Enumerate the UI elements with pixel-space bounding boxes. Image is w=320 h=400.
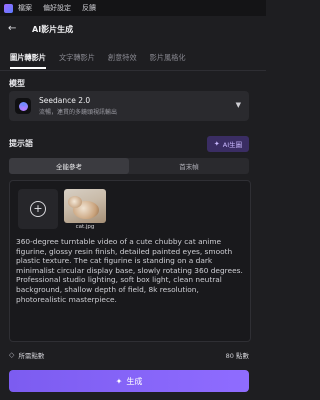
chevron-down-icon[interactable]: ▼ [236, 101, 241, 109]
add-image-button[interactable]: + [18, 189, 58, 229]
model-selector[interactable]: Seedance 2.0 流暢，連貫的多鏡頭視訊輸出 ▼ [9, 91, 249, 121]
tab-creative-effects[interactable]: 創意特效 [108, 48, 137, 70]
model-section-label: 模型 [9, 79, 25, 88]
segment-all-reference[interactable]: 全能參考 [9, 158, 129, 174]
title-bar: ← AI影片生成 [0, 18, 266, 40]
model-name: Seedance 2.0 [39, 96, 91, 105]
prompt-textarea[interactable]: 360-degree turntable video of a cute chu… [16, 237, 244, 304]
sparkle-icon: ✦ [213, 140, 220, 148]
ai-image-button[interactable]: ✦ AI生圖 [207, 136, 249, 152]
back-arrow-icon[interactable]: ← [8, 24, 18, 34]
ai-image-button-label: AI生圖 [222, 141, 243, 149]
cost-row: ◇ 所需點數 80 點數 [9, 350, 249, 360]
reference-mode-toggle: 全能參考 首末幀 [9, 158, 249, 174]
tab-text-to-video[interactable]: 文字轉影片 [59, 48, 95, 70]
page-title: AI影片生成 [32, 24, 74, 34]
mode-tabs: 圖片轉影片 文字轉影片 創意特效 影片風格化 [0, 48, 266, 71]
diamond-icon: ◇ [9, 351, 15, 359]
model-logo-icon [15, 98, 31, 114]
prompt-section-label: 提示語 [9, 139, 33, 148]
menu-preferences[interactable]: 偏好設定 [43, 3, 71, 13]
plus-icon: + [30, 201, 46, 217]
model-description: 流暢，連貫的多鏡頭視訊輸出 [39, 109, 118, 116]
menu-bar: 檔案 偏好設定 反饋 [0, 0, 266, 16]
generate-button-label: 生成 [126, 376, 143, 386]
tab-image-to-video[interactable]: 圖片轉影片 [10, 48, 46, 69]
menu-file[interactable]: 檔案 [18, 3, 32, 13]
tab-video-stylize[interactable]: 影片風格化 [150, 48, 186, 70]
reference-image-filename: cat.jpg [75, 224, 95, 230]
sparkle-icon: ✦ [115, 376, 123, 386]
prompt-box: + cat.jpg 360-degree turntable video of … [9, 180, 251, 342]
app-logo-icon [4, 3, 13, 13]
reference-image-thumbnail[interactable] [64, 189, 106, 223]
cost-label: 所需點數 [18, 352, 45, 360]
segment-first-last-frame[interactable]: 首末幀 [129, 158, 249, 174]
cost-value: 80 點數 [225, 352, 249, 360]
menu-feedback[interactable]: 反饋 [82, 3, 96, 13]
generate-button[interactable]: ✦ 生成 [9, 370, 249, 392]
